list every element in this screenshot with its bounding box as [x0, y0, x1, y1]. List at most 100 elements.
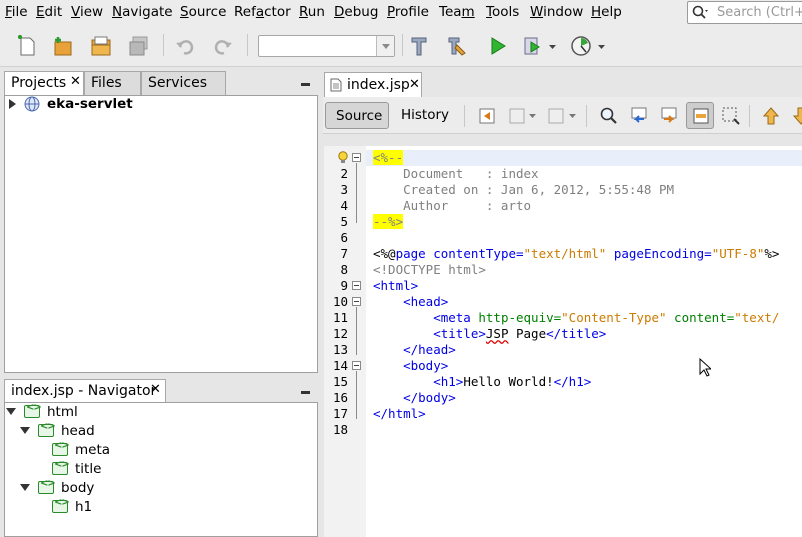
menu-view[interactable]: View [71, 4, 103, 20]
line-number: 12 [332, 326, 348, 341]
code-line-15: <h1>Hello World!</h1> [373, 374, 592, 389]
tab-navigator[interactable]: index.jsp - Navigator [4, 379, 166, 404]
new-project-icon[interactable] [52, 35, 74, 57]
nav-node-title[interactable]: title [75, 461, 101, 477]
html-tag-icon [52, 497, 69, 513]
fold-toggle-icon[interactable] [352, 361, 361, 370]
menu-file[interactable]: File [5, 4, 28, 20]
menu-help[interactable]: Help [591, 4, 622, 20]
rectangular-selection-icon[interactable] [720, 105, 742, 127]
back-dropdown-icon[interactable] [529, 114, 536, 119]
nav-node-h1[interactable]: h1 [75, 499, 92, 515]
tab-label: Services [148, 75, 208, 91]
menu-tools[interactable]: Tools [486, 4, 519, 20]
fold-toggle-icon[interactable] [352, 281, 361, 290]
minimize-icon[interactable] [301, 391, 310, 394]
next-bookmark-icon[interactable] [790, 105, 802, 127]
collapse-triangle-icon[interactable] [20, 484, 30, 491]
forward-dropdown-icon[interactable] [569, 114, 576, 119]
source-button[interactable]: Source [325, 102, 389, 129]
menu-run[interactable]: Run [299, 4, 325, 20]
menu-window[interactable]: Window [530, 4, 583, 20]
tab-index-jsp[interactable]: index.jsp [324, 72, 422, 97]
tab-files[interactable]: Files [84, 71, 141, 96]
profile-icon[interactable] [570, 35, 592, 57]
tab-label: Projects [11, 75, 67, 91]
clean-build-icon[interactable] [408, 35, 430, 57]
open-project-icon[interactable] [90, 35, 112, 57]
fold-toggle-icon[interactable] [352, 297, 361, 306]
code-line-3: Created on : Jan 6, 2012, 5:55:48 PM [373, 182, 675, 197]
current-line-highlight [366, 150, 802, 166]
code-line-2: Document : index [373, 166, 539, 181]
project-item[interactable]: eka-servlet [47, 96, 133, 112]
debug-icon[interactable] [523, 35, 545, 57]
html-tag-icon [38, 421, 55, 437]
source-label: Source [336, 108, 383, 124]
menu-profile[interactable]: Profile [387, 4, 429, 20]
find-previous-icon[interactable] [628, 105, 650, 127]
search-icon [692, 5, 708, 19]
back-icon[interactable] [506, 105, 528, 127]
nav-node-body[interactable]: body [61, 480, 94, 496]
line-number: 14 [332, 358, 348, 373]
code-line-5: --%> [373, 214, 404, 229]
line-number: 9 [340, 278, 348, 293]
close-icon[interactable]: ✕ [150, 382, 161, 397]
profile-dropdown-icon[interactable] [598, 45, 606, 51]
configuration-combo[interactable] [258, 35, 395, 57]
chevron-down-icon[interactable] [376, 36, 394, 56]
find-icon[interactable] [598, 105, 620, 127]
minimize-icon[interactable] [301, 83, 310, 86]
code-line-9: <html> [373, 278, 419, 293]
line-number: 4 [340, 198, 348, 213]
line-number: 7 [340, 246, 348, 261]
run-icon[interactable] [487, 35, 509, 57]
code-line-1: <%-- [373, 150, 404, 165]
menu-refactor[interactable]: Refactor [234, 4, 291, 20]
html-tag-icon [38, 478, 55, 494]
collapse-triangle-icon[interactable] [20, 427, 30, 434]
nav-node-head[interactable]: head [61, 423, 95, 439]
new-file-icon[interactable] [16, 35, 38, 57]
close-icon[interactable]: ✕ [409, 77, 420, 92]
lightbulb-icon[interactable] [337, 151, 349, 165]
code-line-16: </body> [373, 390, 456, 405]
undo-icon[interactable] [174, 35, 196, 57]
menu-navigate[interactable]: Navigate [112, 4, 173, 20]
line-number: 18 [332, 422, 348, 437]
debug-dropdown-icon[interactable] [549, 45, 557, 51]
fold-guide [356, 371, 357, 419]
redo-icon[interactable] [212, 35, 234, 57]
search-placeholder: Search (Ctrl+I) [717, 5, 802, 20]
close-icon[interactable]: ✕ [70, 74, 81, 89]
history-button[interactable]: History [392, 102, 456, 129]
code-line-4: Author : arto [373, 198, 532, 213]
toggle-highlight-button[interactable] [686, 102, 714, 129]
menu-source[interactable]: Source [180, 4, 226, 20]
previous-bookmark-icon[interactable] [760, 105, 782, 127]
fold-toggle-icon[interactable] [352, 153, 361, 162]
menu-edit[interactable]: Edit [36, 4, 62, 20]
code-line-17: </html> [373, 406, 426, 421]
menu-debug[interactable]: Debug [334, 4, 378, 20]
build-icon[interactable] [446, 35, 468, 57]
forward-icon[interactable] [545, 105, 567, 127]
collapse-triangle-icon[interactable] [6, 408, 16, 415]
line-number: 13 [332, 342, 348, 357]
tab-label: index.jsp - Navigator [11, 383, 157, 399]
menu-team[interactable]: Team [439, 4, 475, 20]
find-next-icon[interactable] [658, 105, 680, 127]
tab-label: Files [91, 75, 122, 91]
code-line-10: <head> [373, 294, 449, 309]
tab-services[interactable]: Services [141, 71, 226, 96]
nav-node-meta[interactable]: meta [75, 442, 110, 458]
nav-node-html[interactable]: html [47, 404, 78, 420]
menu-bar: File Edit View Navigate Source Refactor … [0, 0, 802, 25]
line-number: 11 [332, 310, 348, 325]
expand-triangle-icon[interactable] [9, 99, 16, 109]
tab-label: index.jsp [347, 77, 410, 93]
search-field[interactable]: Search (Ctrl+I) [687, 1, 802, 24]
save-all-icon[interactable] [128, 35, 150, 57]
last-edit-icon[interactable] [476, 105, 498, 127]
